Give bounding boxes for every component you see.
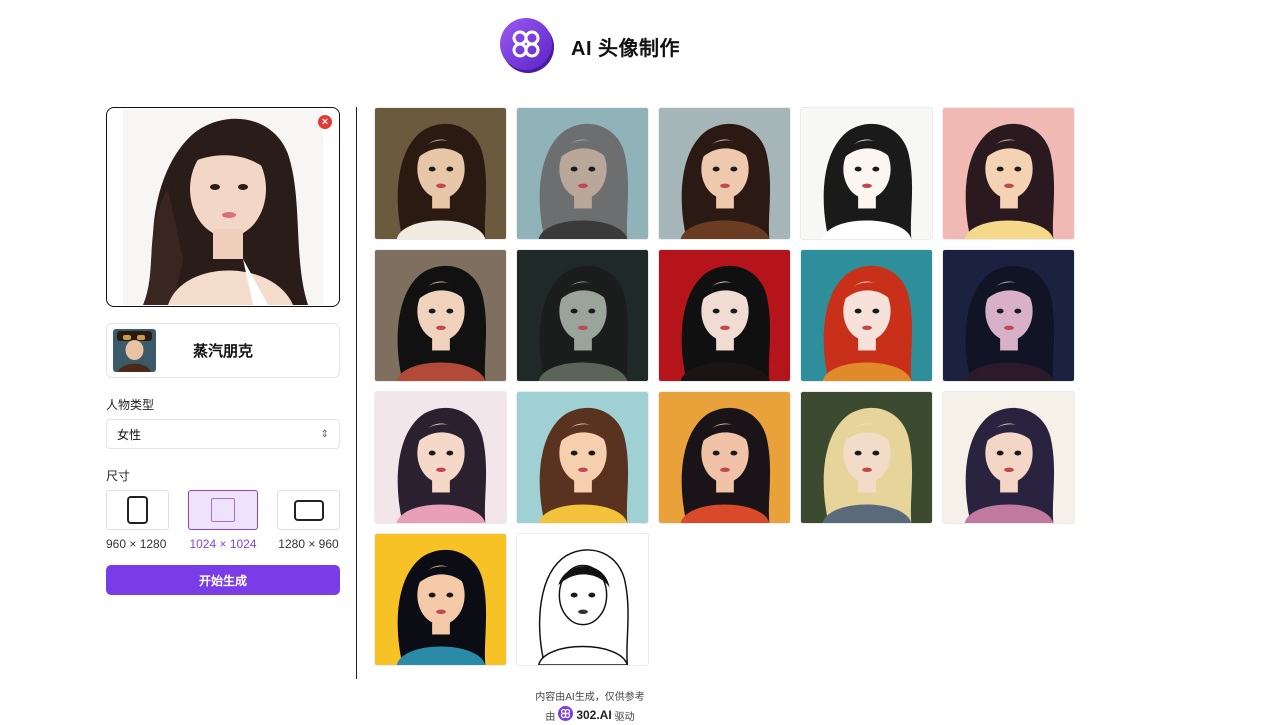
style-preview-image <box>375 108 506 239</box>
style-preview-image <box>517 392 648 523</box>
settings-panel: × 蒸汽朋克 人物类型 女性 ⇕ 尺寸 960 × 1280 1024 × 10… <box>106 107 340 595</box>
size-option-square[interactable]: 1024 × 1024 <box>188 490 258 551</box>
style-tile[interactable] <box>658 249 791 382</box>
upload-image-area[interactable]: × <box>106 107 340 307</box>
style-preview-image <box>801 392 932 523</box>
generate-button[interactable]: 开始生成 <box>106 565 340 595</box>
size-label: 尺寸 <box>106 469 131 483</box>
flower-logo-icon <box>558 706 574 724</box>
style-tile[interactable] <box>516 391 649 524</box>
style-tile[interactable] <box>942 391 1075 524</box>
style-preview-image <box>659 250 790 381</box>
flower-logo-icon <box>500 18 555 74</box>
brand-link[interactable]: 302.AI <box>576 708 611 722</box>
style-tile[interactable] <box>374 107 507 240</box>
app-header: AI 头像制作 <box>500 18 680 74</box>
style-preview-image <box>659 392 790 523</box>
person-type-value: 女性 <box>117 427 142 442</box>
style-tile[interactable] <box>516 107 649 240</box>
style-preview-image <box>517 108 648 239</box>
panel-divider <box>356 107 357 679</box>
style-preview-image <box>943 108 1074 239</box>
style-tile[interactable] <box>374 391 507 524</box>
style-tile[interactable] <box>800 107 933 240</box>
person-type-label: 人物类型 <box>106 398 155 412</box>
style-tile[interactable] <box>516 533 649 666</box>
size-options: 960 × 1280 1024 × 1024 1280 × 960 <box>106 490 340 551</box>
style-gallery <box>374 107 1075 666</box>
style-preview-image <box>517 250 648 381</box>
square-ratio-icon <box>211 498 235 522</box>
size-option-landscape[interactable]: 1280 × 960 <box>277 490 340 551</box>
person-type-select[interactable]: 女性 ⇕ <box>106 419 340 449</box>
style-tile[interactable] <box>374 533 507 666</box>
style-preview-image <box>943 392 1074 523</box>
size-option-label: 960 × 1280 <box>106 537 167 551</box>
style-preview-image <box>375 392 506 523</box>
style-tile[interactable] <box>658 391 791 524</box>
style-tile[interactable] <box>516 249 649 382</box>
style-preview-image <box>801 108 932 239</box>
style-thumbnail <box>113 329 156 372</box>
footer-prefix: 由 <box>545 711 556 723</box>
style-preview-image <box>943 250 1074 381</box>
style-preview-image <box>517 534 648 665</box>
disclaimer-text: 内容由AI生成，仅供参考 <box>535 692 645 703</box>
landscape-ratio-icon <box>293 499 324 521</box>
style-preview-image <box>659 108 790 239</box>
chevron-up-down-icon: ⇕ <box>320 428 329 440</box>
size-option-label: 1024 × 1024 <box>189 537 257 551</box>
close-circle-icon[interactable]: × <box>318 115 332 129</box>
style-tile[interactable] <box>800 249 933 382</box>
footer-suffix: 驱动 <box>614 711 635 723</box>
style-preview-image <box>801 250 932 381</box>
style-preview-image <box>375 534 506 665</box>
portrait-ratio-icon <box>127 496 148 524</box>
style-tile[interactable] <box>942 107 1075 240</box>
uploaded-photo <box>123 109 323 305</box>
style-tile[interactable] <box>374 249 507 382</box>
style-tile[interactable] <box>800 391 933 524</box>
style-selector[interactable]: 蒸汽朋克 <box>106 323 340 378</box>
style-tile[interactable] <box>942 249 1075 382</box>
footer: 内容由AI生成，仅供参考 由 302.AI 驱动 <box>0 688 1180 724</box>
size-option-portrait[interactable]: 960 × 1280 <box>106 490 169 551</box>
app-title: AI 头像制作 <box>571 37 681 60</box>
style-name: 蒸汽朋克 <box>193 343 254 360</box>
style-tile[interactable] <box>658 107 791 240</box>
style-preview-image <box>375 250 506 381</box>
size-option-label: 1280 × 960 <box>278 537 339 551</box>
